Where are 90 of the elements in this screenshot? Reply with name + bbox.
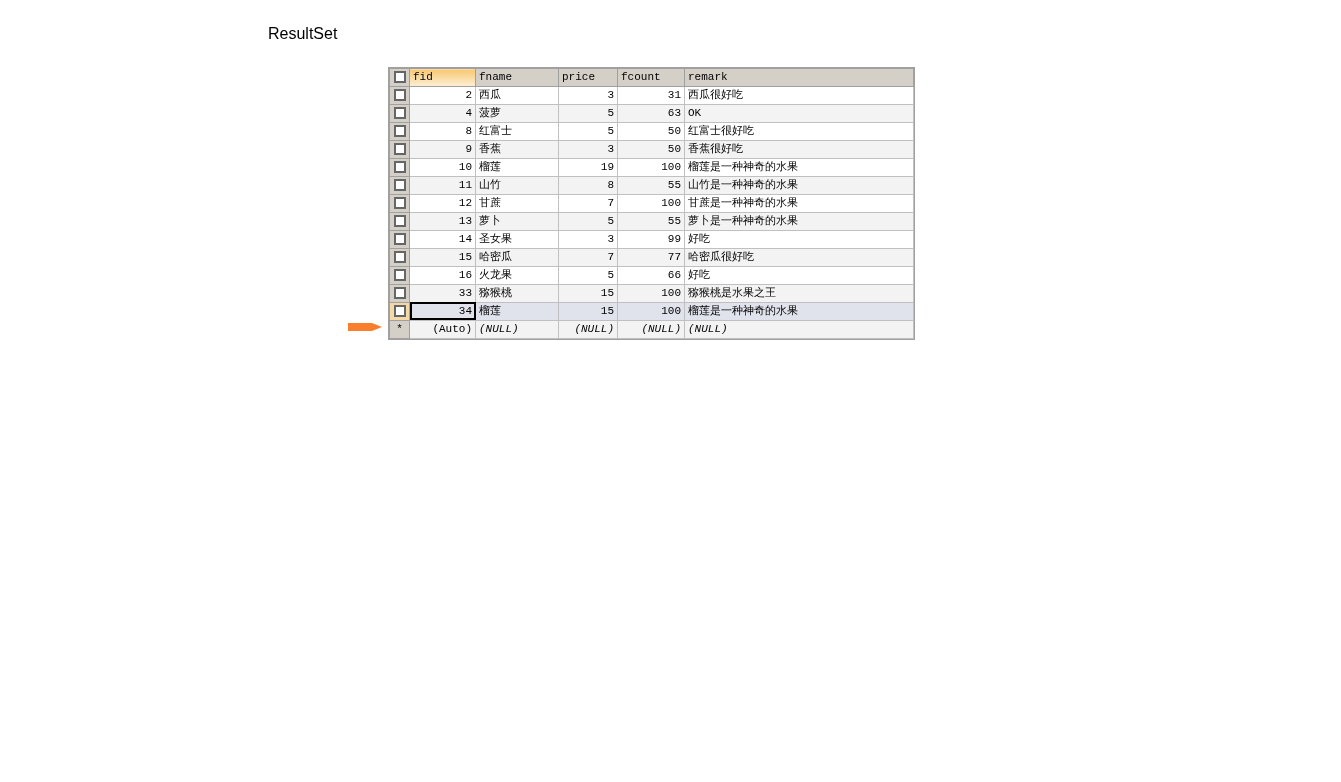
table-cell: 红富士 <box>475 122 559 140</box>
table-cell: 100 <box>617 284 685 302</box>
row-checkbox[interactable] <box>393 269 406 281</box>
table-cell: 19 <box>558 158 618 176</box>
table-cell: 红富士很好吃 <box>684 122 914 140</box>
table-cell: (Auto) <box>409 320 476 338</box>
table-cell: 5 <box>558 266 618 284</box>
table-cell: 哈密瓜 <box>475 248 559 266</box>
table-cell: 66 <box>617 266 685 284</box>
table-cell: 34 <box>409 302 476 320</box>
table-cell: (NULL) <box>558 320 618 338</box>
row-checkbox[interactable] <box>393 125 406 137</box>
table-cell: 63 <box>617 104 685 122</box>
table-cell: 3 <box>558 86 618 104</box>
table-cell: 香蕉很好吃 <box>684 140 914 158</box>
table-cell: 12 <box>409 194 476 212</box>
row-checkbox[interactable] <box>393 305 406 317</box>
table-cell: 13 <box>409 212 476 230</box>
row-checkbox[interactable] <box>393 161 406 173</box>
table-cell: 8 <box>558 176 618 194</box>
table-cell: 31 <box>617 86 685 104</box>
table-cell: 77 <box>617 248 685 266</box>
table-cell: OK <box>684 104 914 122</box>
table-cell: 100 <box>617 302 685 320</box>
table-cell: 55 <box>617 176 685 194</box>
table-cell: 西瓜 <box>475 86 559 104</box>
table-cell: 9 <box>409 140 476 158</box>
table-cell: 50 <box>617 140 685 158</box>
table-cell: 8 <box>409 122 476 140</box>
table-cell: 萝卜是一种神奇的水果 <box>684 212 914 230</box>
table-cell: 100 <box>617 158 685 176</box>
table-cell: 99 <box>617 230 685 248</box>
table-cell: 100 <box>617 194 685 212</box>
table-cell: 16 <box>409 266 476 284</box>
table-cell: 猕猴桃是水果之王 <box>684 284 914 302</box>
row-checkbox[interactable] <box>393 179 406 191</box>
table-cell: 5 <box>558 104 618 122</box>
table-cell: 哈密瓜很好吃 <box>684 248 914 266</box>
table-cell: 榴莲是一种神奇的水果 <box>684 158 914 176</box>
table-cell: 10 <box>409 158 476 176</box>
table-cell: 山竹是一种神奇的水果 <box>684 176 914 194</box>
table-cell: 15 <box>558 284 618 302</box>
table-cell: (NULL) <box>475 320 559 338</box>
table-cell: 4 <box>409 104 476 122</box>
table-cell: 圣女果 <box>475 230 559 248</box>
column-header[interactable]: fname <box>475 68 559 86</box>
table-cell: 5 <box>558 212 618 230</box>
table-cell: (NULL) <box>684 320 914 338</box>
table-cell: 11 <box>409 176 476 194</box>
table-cell: 7 <box>558 248 618 266</box>
column-header[interactable]: remark <box>684 68 914 86</box>
table-cell: 猕猴桃 <box>475 284 559 302</box>
row-checkbox[interactable] <box>393 143 406 155</box>
table-cell: 榴莲 <box>475 302 559 320</box>
table-cell: 50 <box>617 122 685 140</box>
table-cell: 15 <box>558 302 618 320</box>
table-cell: 3 <box>558 230 618 248</box>
table-cell: 55 <box>617 212 685 230</box>
table-cell: 2 <box>409 86 476 104</box>
row-checkbox[interactable] <box>393 287 406 299</box>
column-header[interactable]: price <box>558 68 618 86</box>
column-header[interactable]: fid <box>409 68 476 86</box>
table-cell: 5 <box>558 122 618 140</box>
table-cell: 香蕉 <box>475 140 559 158</box>
table-cell: 西瓜很好吃 <box>684 86 914 104</box>
column-header[interactable]: fcount <box>617 68 685 86</box>
table-cell: (NULL) <box>617 320 685 338</box>
table-cell: 榴莲是一种神奇的水果 <box>684 302 914 320</box>
table-cell: 甘蔗是一种神奇的水果 <box>684 194 914 212</box>
row-checkbox[interactable] <box>393 251 406 263</box>
table-cell: 山竹 <box>475 176 559 194</box>
arrow-pointer-icon <box>346 320 384 334</box>
table-cell: 火龙果 <box>475 266 559 284</box>
table-cell: 萝卜 <box>475 212 559 230</box>
row-checkbox[interactable] <box>393 197 406 209</box>
row-checkbox[interactable] <box>393 233 406 245</box>
table-cell: 甘蔗 <box>475 194 559 212</box>
row-checkbox[interactable] <box>393 215 406 227</box>
table-cell: 好吃 <box>684 230 914 248</box>
table-cell: 7 <box>558 194 618 212</box>
table-cell: 3 <box>558 140 618 158</box>
table-cell: 菠萝 <box>475 104 559 122</box>
row-checkbox[interactable] <box>393 71 406 84</box>
table-cell: 好吃 <box>684 266 914 284</box>
table-cell: 榴莲 <box>475 158 559 176</box>
row-checkbox[interactable] <box>393 107 406 119</box>
table-cell: 15 <box>409 248 476 266</box>
page-title: ResultSet <box>268 24 339 44</box>
row-checkbox[interactable] <box>393 89 406 101</box>
table-cell: 14 <box>409 230 476 248</box>
